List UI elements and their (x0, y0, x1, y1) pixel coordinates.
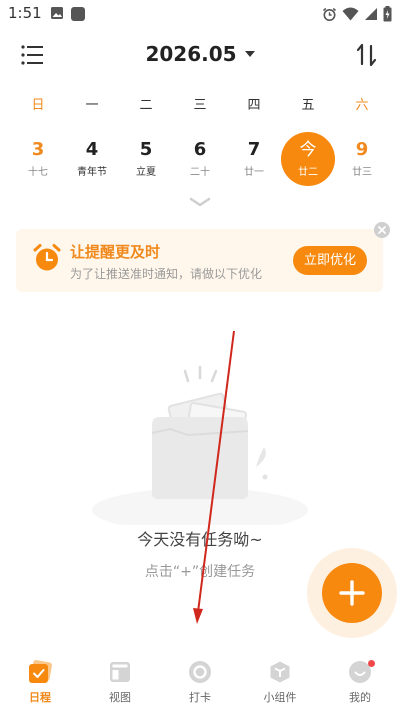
today-label: 今 (299, 140, 317, 160)
nav-widget[interactable]: 小组件 (240, 650, 320, 711)
system-icons (322, 6, 392, 22)
battery-icon (383, 6, 392, 22)
weekday-tue: 二 (139, 98, 153, 113)
optimize-now-button[interactable]: 立即优化 (292, 246, 367, 275)
lunar-date: 廿一 (244, 167, 264, 178)
date-number: 9 (355, 139, 369, 160)
weekday-mon: 一 (85, 98, 99, 113)
nav-checkin[interactable]: 打卡 (160, 650, 240, 711)
empty-state-title: 今天没有任务呦~ (137, 530, 263, 549)
wifi-icon (342, 7, 359, 21)
plus-icon (339, 580, 365, 606)
weekday-sun: 日 (31, 98, 45, 113)
nav-view[interactable]: 视图 (80, 650, 160, 711)
nav-view-label: 视图 (109, 691, 131, 704)
date-number: 6 (193, 139, 207, 160)
schedule-checkbox-icon (29, 660, 52, 683)
notification-dot (368, 660, 375, 667)
date-number: 5 (139, 139, 153, 160)
date-cell[interactable]: 9 廿三 (335, 132, 389, 186)
date-cell[interactable]: 5 立夏 (119, 132, 173, 186)
lunar-date: 廿三 (352, 167, 372, 178)
status-bar: 1:51 (0, 0, 400, 28)
widget-cube-icon (270, 661, 290, 683)
solar-term-label: 立夏 (136, 167, 156, 178)
banner-subtitle: 为了让推送准时通知，请做以下优化 (70, 267, 263, 281)
nav-widget-label: 小组件 (263, 691, 297, 704)
weekday-sat: 六 (355, 98, 369, 113)
date-cell[interactable]: 4 青年节 (65, 132, 119, 186)
month-selector[interactable]: 2026.05 (0, 42, 400, 66)
date-number: 4 (85, 139, 99, 160)
weekday-thu: 四 (247, 98, 261, 113)
nav-schedule[interactable]: 日程 (0, 650, 80, 711)
lunar-date: 廿二 (298, 167, 318, 178)
add-task-button[interactable] (322, 563, 382, 623)
date-row: 3 十七 4 青年节 5 立夏 6 二十 7 廿一 今 廿二 9 廿三 (11, 132, 389, 186)
reminder-banner: 让提醒更及时 为了让推送准时通知，请做以下优化 立即优化 (16, 229, 383, 292)
date-number: 7 (247, 139, 261, 160)
notification-icons (50, 6, 86, 22)
nav-schedule-label: 日程 (29, 691, 51, 704)
weekday-row: 日 一 二 三 四 五 六 (11, 94, 389, 113)
weekday-fri: 五 (301, 98, 315, 113)
view-layout-icon (110, 662, 130, 682)
bottom-nav: 日程 视图 打卡 小组件 我的 (0, 650, 400, 711)
date-cell-today[interactable]: 今 廿二 (281, 132, 335, 186)
lunar-date: 二十 (190, 167, 210, 178)
signal-icon (365, 8, 377, 20)
sort-icon[interactable] (354, 42, 380, 68)
date-number: 3 (31, 139, 45, 160)
date-cell[interactable]: 7 廿一 (227, 132, 281, 186)
empty-box-illustration (92, 365, 308, 525)
nav-checkin-label: 打卡 (189, 691, 211, 704)
status-time: 1:51 (8, 4, 42, 22)
nav-mine[interactable]: 我的 (320, 650, 400, 711)
calendar-header: 2026.05 (0, 36, 400, 76)
app-notification-icon (71, 7, 85, 21)
lunar-date: 十七 (28, 167, 48, 178)
date-cell[interactable]: 3 十七 (11, 132, 65, 186)
weekday-wed: 三 (193, 98, 207, 113)
alarm-status-icon (323, 7, 336, 21)
festival-label: 青年节 (77, 167, 107, 178)
month-label: 2026.05 (145, 42, 237, 66)
banner-title: 让提醒更及时 (70, 243, 161, 261)
nav-mine-label: 我的 (349, 691, 371, 704)
alarm-clock-icon (33, 244, 61, 271)
checkin-target-icon (189, 661, 211, 683)
date-cell[interactable]: 6 二十 (173, 132, 227, 186)
image-notification-icon (51, 7, 63, 19)
close-icon[interactable] (374, 222, 390, 238)
expand-chevron-icon[interactable] (188, 196, 212, 208)
caret-down-icon (244, 50, 255, 57)
